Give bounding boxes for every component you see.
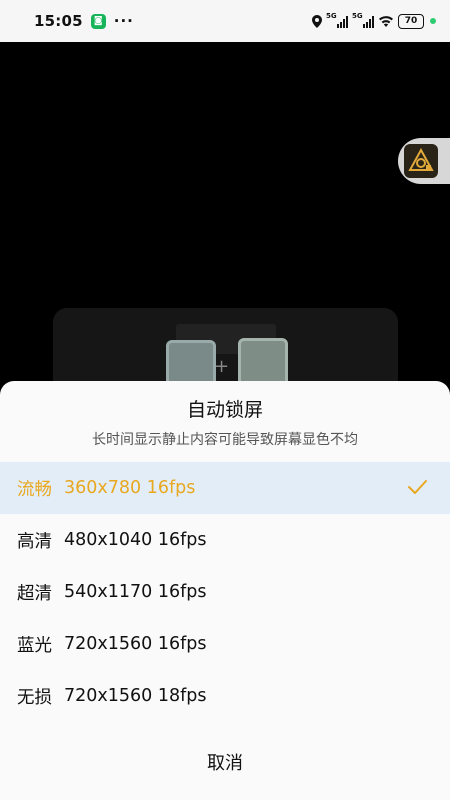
- battery-icon: 70: [398, 13, 424, 29]
- status-time: 15:05: [34, 12, 83, 30]
- option-name: 超清: [17, 583, 52, 604]
- more-notifications-icon: ···: [113, 12, 134, 30]
- status-icons: 5G 5G 70: [312, 12, 436, 29]
- status-bar: 15:05 ◙ ··· 5G 5G 70: [0, 0, 450, 42]
- option-ultra-hd[interactable]: 超清 540x1170 16fps: [0, 566, 450, 618]
- location-icon: [312, 14, 322, 28]
- floating-assistant-button[interactable]: [398, 138, 450, 184]
- checkmark-icon: [408, 480, 427, 494]
- assistant-logo-icon: [404, 144, 438, 178]
- option-smooth[interactable]: 流畅 360x780 16fps: [0, 462, 450, 514]
- wifi-icon: [379, 16, 393, 27]
- option-bluray[interactable]: 蓝光 720x1560 16fps: [0, 618, 450, 670]
- quality-bottom-sheet: 自动锁屏 长时间显示静止内容可能导致屏幕显色不均 流畅 360x780 16fp…: [0, 381, 450, 800]
- sheet-subtitle: 长时间显示静止内容可能导致屏幕显色不均: [92, 432, 358, 448]
- option-hd[interactable]: 高清 480x1040 16fps: [0, 514, 450, 566]
- option-name: 蓝光: [17, 635, 52, 656]
- privacy-indicator-dot: [430, 18, 436, 24]
- option-lossless[interactable]: 无损 720x1560 18fps: [0, 670, 450, 722]
- signal-icon-2: 5G: [352, 12, 374, 28]
- option-spec: 480x1040 16fps: [64, 530, 207, 550]
- app-notification-icon: ◙: [90, 13, 106, 29]
- option-name: 流畅: [17, 479, 52, 500]
- sheet-title: 自动锁屏: [186, 399, 263, 421]
- cancel-button[interactable]: 取消: [0, 749, 450, 775]
- option-name: 高清: [17, 531, 52, 552]
- option-spec: 720x1560 16fps: [64, 634, 207, 654]
- option-spec: 720x1560 18fps: [64, 686, 207, 706]
- signal-icon-1: 5G: [326, 12, 348, 28]
- plus-icon: +: [214, 356, 230, 377]
- option-name: 无损: [17, 687, 52, 708]
- option-spec: 540x1170 16fps: [64, 582, 207, 602]
- option-spec: 360x780 16fps: [64, 478, 196, 498]
